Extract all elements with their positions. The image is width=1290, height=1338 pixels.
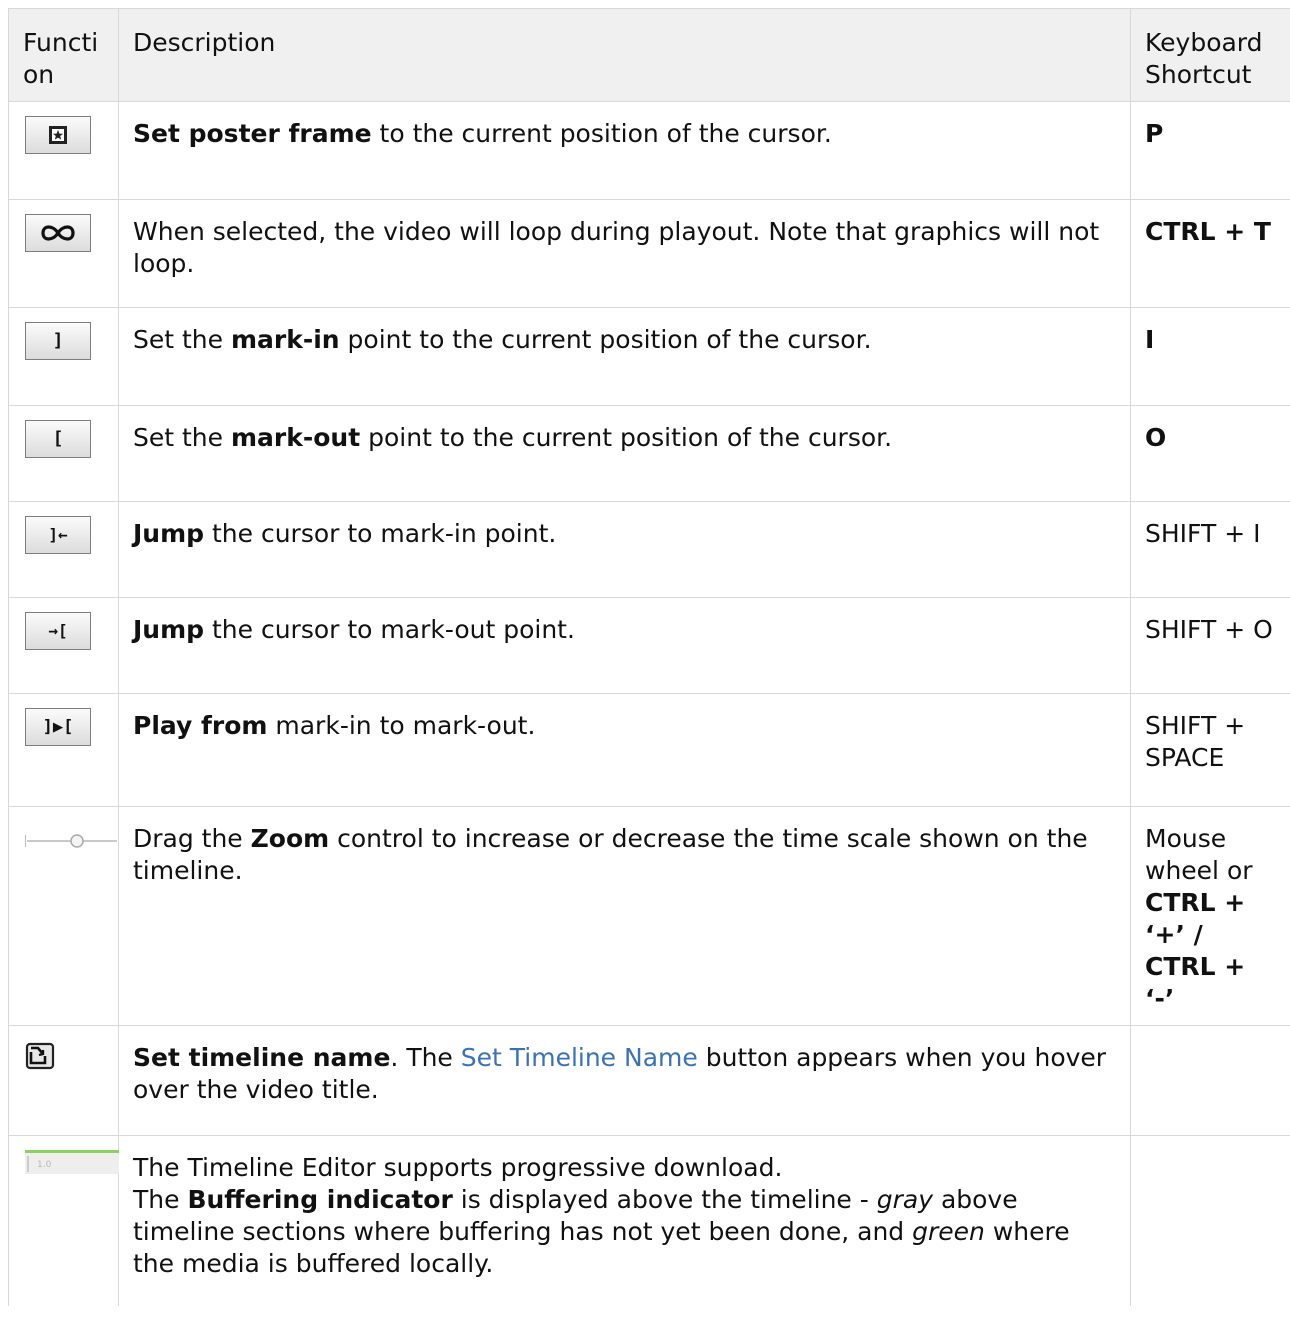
table-row: ]▶[Play from mark-in to mark-out. SHIFT +… <box>8 693 1290 807</box>
text-run: SHIFT + I <box>1145 519 1261 548</box>
function-cell: →[ <box>8 597 119 694</box>
loop-icon[interactable] <box>25 214 91 252</box>
italic-term: green <box>912 1217 985 1246</box>
table-row: Set poster frame to the current position… <box>8 101 1290 200</box>
text-run: the cursor to mark-in point. <box>204 519 557 548</box>
description-cell: Set timeline name. The Set Timeline Name… <box>118 1025 1131 1136</box>
text-run: When selected, the video will loop durin… <box>133 217 1100 278</box>
text-run: Set the <box>133 325 231 354</box>
bold-term: CTRL + T <box>1145 217 1271 246</box>
shortcut-cell: CTRL + T <box>1130 199 1290 308</box>
text-run: point to the current position of the cur… <box>360 423 893 452</box>
text-run: point to the current position of the cur… <box>339 325 872 354</box>
bold-term: Zoom <box>250 824 330 853</box>
text-run: SHIFT + SPACE <box>1145 711 1246 772</box>
table-row: →[ Jump the cursor to mark-out point. SHIF… <box>8 597 1290 694</box>
bold-term: mark-out <box>230 423 361 452</box>
header-function: Function <box>8 8 119 102</box>
set-timeline-name-icon[interactable] <box>25 1040 118 1078</box>
bold-term: I <box>1145 325 1155 354</box>
header-row: Function Description Keyboard Shortcut <box>8 8 1290 102</box>
bold-term: Set timeline name <box>133 1043 391 1072</box>
shortcut-cell: SHIFT + SPACE <box>1130 693 1290 807</box>
shortcut-cell: O <box>1130 405 1290 502</box>
shortcut-cell: SHIFT + O <box>1130 597 1290 694</box>
bold-term: Set poster frame <box>133 119 372 148</box>
function-cell: ] <box>8 307 119 406</box>
description-cell: Set the mark-in point to the current pos… <box>118 307 1131 406</box>
text-run: mark-in to mark-out. <box>267 711 536 740</box>
text-run: is displayed above the timeline - <box>452 1185 877 1214</box>
zoom-slider-icon[interactable] <box>24 827 118 859</box>
shortcut-cell: P <box>1130 101 1290 200</box>
bold-term: Jump <box>133 615 205 644</box>
table-row: Drag the Zoom control to increase or dec… <box>8 806 1290 1026</box>
set-timeline-name-link[interactable]: Set Timeline Name <box>461 1043 698 1072</box>
table-body: Set poster frame to the current position… <box>8 101 1290 1306</box>
text-run: The <box>133 1185 188 1214</box>
jump-to-mark-in-icon[interactable]: ]← <box>25 516 91 554</box>
description-cell: When selected, the video will loop durin… <box>118 199 1131 308</box>
poster-frame-icon[interactable] <box>25 116 91 154</box>
table-row: When selected, the video will loop durin… <box>8 199 1290 308</box>
function-cell: [ <box>8 405 119 502</box>
bold-term: Buffering indicator <box>187 1185 453 1214</box>
shortcut-cell <box>1130 1135 1290 1306</box>
text-run: SHIFT + O <box>1145 615 1273 644</box>
buffering-indicator-icon: 1.0 <box>25 1150 119 1182</box>
function-cell: 1.0 <box>8 1135 119 1306</box>
header-keyboard-shortcut: Keyboard Shortcut <box>1130 8 1290 102</box>
bold-term: Jump <box>133 519 205 548</box>
italic-term: gray <box>876 1185 933 1214</box>
shortcuts-table: Function Description Keyboard Shortcut S… <box>8 8 1290 1306</box>
function-cell <box>8 806 119 1026</box>
description-cell: Drag the Zoom control to increase or dec… <box>118 806 1131 1026</box>
description-cell: Jump the cursor to mark-out point. <box>118 597 1131 694</box>
description-cell: Play from mark-in to mark-out. <box>118 693 1131 807</box>
bold-term: mark-in <box>230 325 340 354</box>
header-description: Description <box>118 8 1131 102</box>
text-run: Set the <box>133 423 231 452</box>
mark-in-icon[interactable]: ] <box>25 322 91 360</box>
table-row: [ Set the mark-out point to the current p… <box>8 405 1290 502</box>
description-cell: The Timeline Editor supports progressive… <box>118 1135 1131 1306</box>
text-run: Mouse wheel or <box>1145 824 1253 885</box>
function-cell <box>8 1025 119 1136</box>
table-row: Set timeline name. The Set Timeline Name… <box>8 1025 1290 1136</box>
shortcut-cell: SHIFT + I <box>1130 501 1290 598</box>
text-run: the cursor to mark-out point. <box>204 615 575 644</box>
shortcut-cell: I <box>1130 307 1290 406</box>
text-run: to the current position of the cursor. <box>371 119 832 148</box>
description-cell: Set the mark-out point to the current po… <box>118 405 1131 502</box>
text-run: The Timeline Editor supports progressive… <box>133 1153 783 1182</box>
function-cell <box>8 199 119 308</box>
play-from-mark-in-to-mark-out-icon[interactable]: ]▶[ <box>25 708 91 746</box>
function-cell: ]← <box>8 501 119 598</box>
bold-term: CTRL + ‘+’ / CTRL + ‘-’ <box>1145 888 1246 1013</box>
table-row: ]← Jump the cursor to mark-in point. SHIFT… <box>8 501 1290 598</box>
mark-out-icon[interactable]: [ <box>25 420 91 458</box>
description-cell: Jump the cursor to mark-in point. <box>118 501 1131 598</box>
table-row: ] Set the mark-in point to the current po… <box>8 307 1290 406</box>
bold-term: Play from <box>133 711 268 740</box>
function-cell: ]▶[ <box>8 693 119 807</box>
buffering-scale-label: 1.0 <box>37 1160 52 1170</box>
jump-to-mark-out-icon[interactable]: →[ <box>25 612 91 650</box>
bold-term: O <box>1145 423 1167 452</box>
table-row: 1.0 The Timeline Editor supports progress… <box>8 1135 1290 1306</box>
description-cell: Set poster frame to the current position… <box>118 101 1131 200</box>
text-run: Drag the <box>133 824 251 853</box>
shortcut-cell <box>1130 1025 1290 1136</box>
shortcut-cell: Mouse wheel or CTRL + ‘+’ / CTRL + ‘-’ <box>1130 806 1290 1026</box>
text-run: . The <box>390 1043 461 1072</box>
function-cell <box>8 101 119 200</box>
bold-term: P <box>1145 119 1164 148</box>
